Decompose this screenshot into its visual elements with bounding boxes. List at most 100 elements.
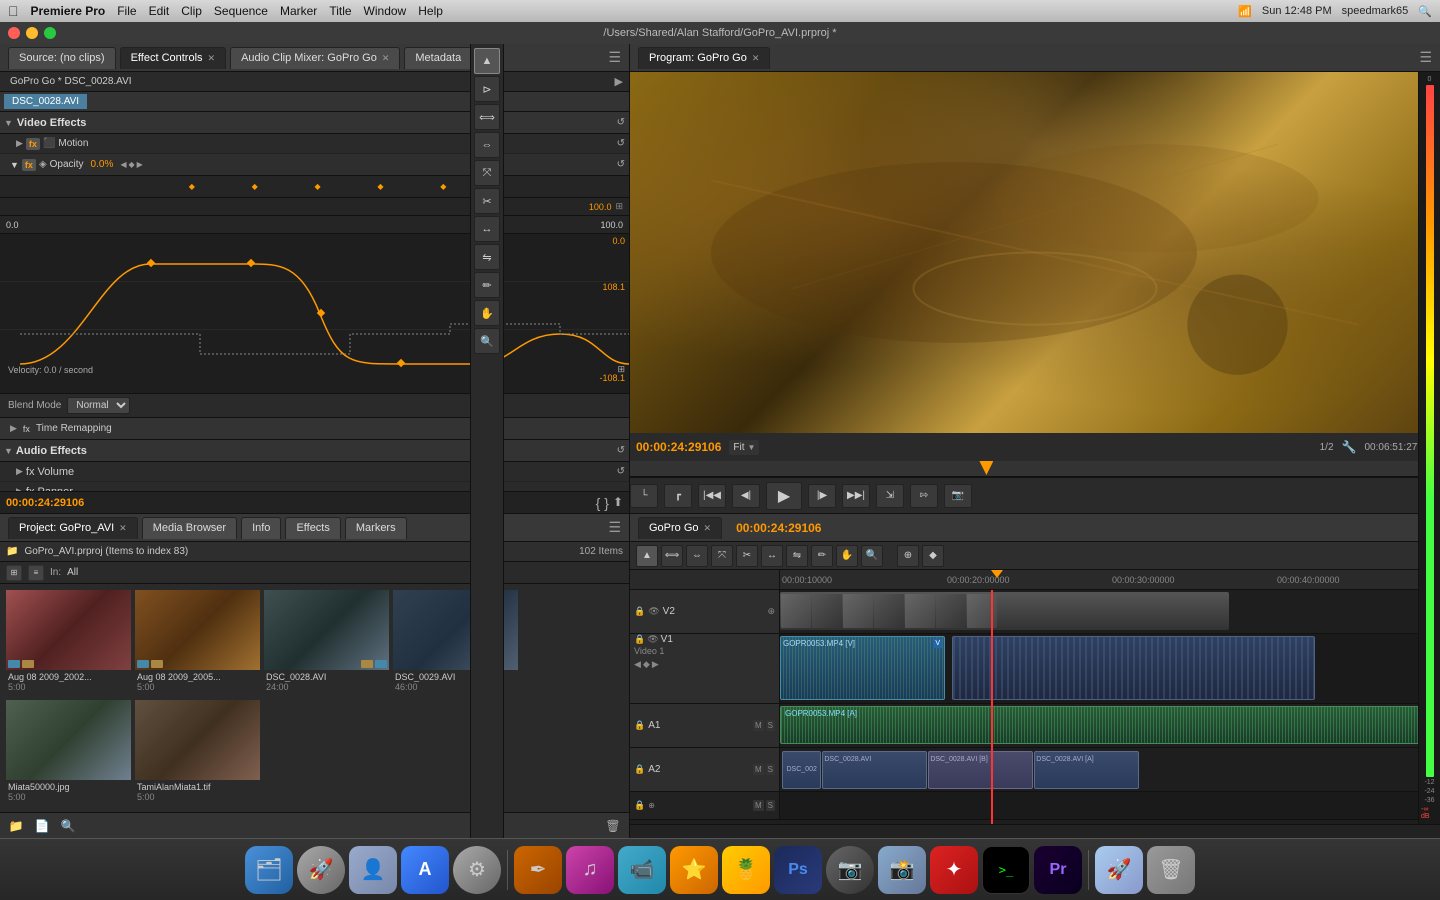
list-item[interactable]: TamiAlanMiata1.tif 5:00 [135,700,260,806]
dock-itunes[interactable]: ♫ [566,846,614,894]
project-list-view-btn[interactable]: ≡ [28,565,44,581]
kf5[interactable]: ◆ [440,182,446,191]
motion-reset-icon[interactable]: ↺ [617,138,625,149]
tab-program-monitor[interactable]: Program: GoPro Go ✕ [638,47,770,69]
tool-rate-btn[interactable]: ⤧ [474,160,500,186]
list-item[interactable]: Aug 08 2009_2005... 5:00 [135,590,260,696]
close-project-icon[interactable]: ✕ [119,523,127,534]
v1-clip-gopr[interactable]: GOPR0053.MP4 [V] V [780,636,945,700]
dock-finder[interactable]: 🗂 [245,846,293,894]
tool-zoom-btn[interactable]: 🔍 [474,328,500,354]
dock-starburst[interactable]: ✦ [930,846,978,894]
tool-snap[interactable]: ⊕ [897,545,919,567]
tool-hand[interactable]: ✋ [836,545,858,567]
ec-mark-in-btn[interactable]: { [596,495,601,511]
list-item[interactable]: Miata50000.jpg 5:00 [6,700,131,806]
motion-arrow[interactable]: ▶ [16,138,23,149]
pm-export-frame-btn[interactable]: 📷 [944,484,972,508]
track-a3-content[interactable] [780,792,1440,819]
audio-effects-section[interactable]: ▼ Audio Effects ↺ [0,440,629,462]
track-v1-content[interactable]: GOPR0053.MP4 [V] V [780,634,1440,703]
dock-appstore[interactable]: A [401,846,449,894]
tool-rate-stretch[interactable]: ⤧ [711,545,733,567]
tab-project[interactable]: Project: GoPro_AVI ✕ [8,517,138,539]
file-menu[interactable]: File [117,4,136,18]
a3-lock-icon[interactable]: 🔒 [634,800,645,811]
tool-ripple[interactable]: ⟺ [661,545,683,567]
pm-wrench-icon[interactable]: 🔧 [1342,440,1357,454]
dock-sysprefs[interactable]: ⚙ [453,846,501,894]
apple-menu[interactable]:  [8,3,19,19]
pm-overwrite-btn[interactable]: ⇰ [910,484,938,508]
tool-slip[interactable]: ↔ [761,545,783,567]
v1-nav-right[interactable]: ▶ [652,659,659,670]
tab-metadata[interactable]: Metadata [404,47,472,69]
ec-mark-out-btn[interactable]: } [604,495,609,511]
track-v2-content[interactable] [780,590,1440,633]
proj-new-bin-btn[interactable]: 📁 [6,816,26,836]
filter-in-value[interactable]: All [67,567,78,578]
tool-pen[interactable]: ✏ [811,545,833,567]
v1-clip-main[interactable] [952,636,1315,700]
dock-trash[interactable]: 🗑 [1147,846,1195,894]
v1-lock-icon[interactable]: 🔒 [634,634,645,645]
clip-menu[interactable]: Clip [181,4,202,18]
kf2[interactable]: ◆ [252,182,258,191]
pm-step-fwd-btn[interactable]: |▶ [808,484,836,508]
tool-markers[interactable]: ◆ [922,545,944,567]
dock-launchpad[interactable]: 🚀 [1095,846,1143,894]
close-effect-controls-icon[interactable]: ✕ [208,53,216,64]
project-view-btn[interactable]: ⊞ [6,565,22,581]
pm-play-btn[interactable]: ▶ [766,482,802,510]
ec-timecode[interactable]: 00:00:24:29106 [6,497,84,509]
tab-timeline[interactable]: GoPro Go ✕ [638,517,722,539]
dock-premiere[interactable]: Pr [1034,846,1082,894]
v1-nav-left[interactable]: ◀ [634,659,641,670]
volume-arrow[interactable]: ▶ [16,466,23,477]
a1-mute-btn[interactable]: M [753,720,764,731]
tab-effects[interactable]: Effects [285,517,340,539]
opacity-next-arrow[interactable]: ▶ [137,160,143,169]
clip-nav-arrow[interactable]: ▶ [615,75,623,88]
blend-mode-select[interactable]: Normal [67,397,130,414]
audio-effects-arrow[interactable]: ▼ [4,446,13,456]
add-keyframe-btn[interactable]: ⊞ [615,201,623,212]
tab-effect-controls[interactable]: Effect Controls ✕ [120,47,227,69]
pm-step-back-btn[interactable]: ◀| [732,484,760,508]
dock-screenz[interactable]: 📹 [618,846,666,894]
tab-media-browser[interactable]: Media Browser [142,517,237,539]
a2-mute-btn[interactable]: M [753,764,764,775]
maximize-button[interactable] [44,27,56,39]
opacity-graph[interactable]: 0.0 108.1 -108.1 Velocity: 0.0 / second … [0,234,629,394]
tool-selection[interactable]: ▲ [636,545,658,567]
a2-clip-dsc0028a[interactable]: DSC_0028.AVI [A] [1034,751,1139,789]
kf1[interactable]: ◆ [189,182,195,191]
tool-zoom[interactable]: 🔍 [861,545,883,567]
tool-track-select-btn[interactable]: ⊳ [474,76,500,102]
project-panel-menu-btn[interactable]: ☰ [608,519,621,536]
tool-hand-btn[interactable]: ✋ [474,300,500,326]
timeline-scrollbar[interactable] [630,824,1440,838]
add-kf-btn2[interactable]: ⊞ [617,364,625,375]
dock-rocket[interactable]: 🚀 [297,846,345,894]
track-a1-content[interactable]: GOPR0053.MP4 [A] [780,704,1440,747]
tool-slip-btn[interactable]: ↔ [474,216,500,242]
close-timeline-icon[interactable]: ✕ [704,523,712,534]
dock-garageband[interactable]: ⭐ [670,846,718,894]
ec-export-btn[interactable]: ⬆ [613,495,623,511]
pm-ruler[interactable] [630,461,1440,477]
a2-clip-dsc0028b[interactable]: DSC_0028.AVI [B] [928,751,1033,789]
close-program-monitor-icon[interactable]: ✕ [752,53,760,64]
pm-fit-dropdown[interactable]: Fit ▼ [729,440,759,455]
a2-solo-btn[interactable]: S [766,764,775,775]
dock-scripts[interactable]: ✒ [514,846,562,894]
a1-clip[interactable]: GOPR0053.MP4 [A] [780,706,1436,744]
a2-clip-dsc0028[interactable]: DSC_0028.AVI [822,751,927,789]
marker-menu[interactable]: Marker [280,4,317,18]
tab-info[interactable]: Info [241,517,281,539]
help-menu[interactable]: Help [418,4,443,18]
time-remap-arrow[interactable]: ▶ [10,423,17,434]
tool-select-btn[interactable]: ▲ [474,48,500,74]
menu-search-icon[interactable]: 🔍 [1418,5,1432,18]
a1-solo-btn[interactable]: S [766,720,775,731]
